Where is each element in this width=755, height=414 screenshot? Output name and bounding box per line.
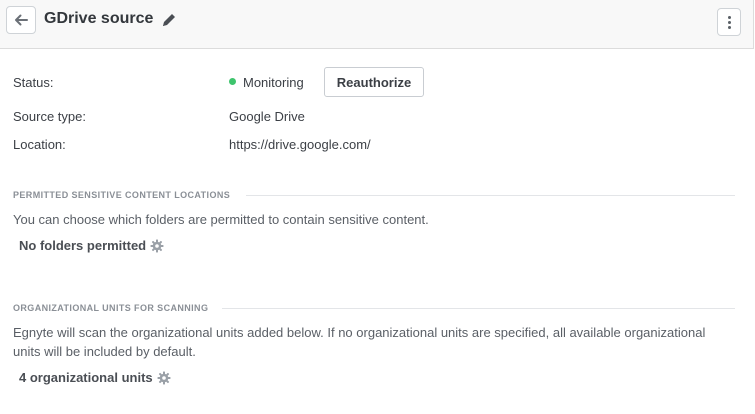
reauthorize-button[interactable]: Reauthorize xyxy=(324,67,424,97)
org-units-label: 4 organizational units xyxy=(19,370,153,385)
permitted-locations-heading: PERMITTED SENSITIVE CONTENT LOCATIONS xyxy=(13,190,231,200)
kebab-menu-icon xyxy=(727,15,731,29)
pencil-icon[interactable] xyxy=(161,12,177,28)
location-label: Location: xyxy=(13,137,66,152)
location-value: https://drive.google.com/ xyxy=(229,137,371,152)
more-options-button[interactable] xyxy=(717,8,741,36)
page-title: GDrive source xyxy=(44,10,154,27)
org-units-description: Egnyte will scan the organizational unit… xyxy=(13,325,706,359)
status-label: Status: xyxy=(13,75,54,90)
page-header: GDrive source xyxy=(0,0,754,49)
arrow-left-icon xyxy=(15,14,28,26)
gear-icon[interactable] xyxy=(150,239,164,253)
status-indicator-dot xyxy=(229,78,236,85)
permitted-folders-label: No folders permitted xyxy=(19,238,147,253)
org-units-heading: ORGANIZATIONAL UNITS FOR SCANNING xyxy=(13,303,209,313)
permitted-folders-setting[interactable]: No folders permitted xyxy=(19,238,164,253)
org-units-setting[interactable]: 4 organizational units xyxy=(19,370,171,385)
back-button[interactable] xyxy=(6,6,36,34)
section-divider xyxy=(222,308,735,309)
permitted-locations-description: You can choose which folders are permitt… xyxy=(13,212,429,227)
section-divider xyxy=(246,195,735,196)
gear-icon[interactable] xyxy=(157,371,171,385)
source-type-label: Source type: xyxy=(13,109,86,124)
status-value: Monitoring xyxy=(243,75,304,90)
source-type-value: Google Drive xyxy=(229,109,305,124)
